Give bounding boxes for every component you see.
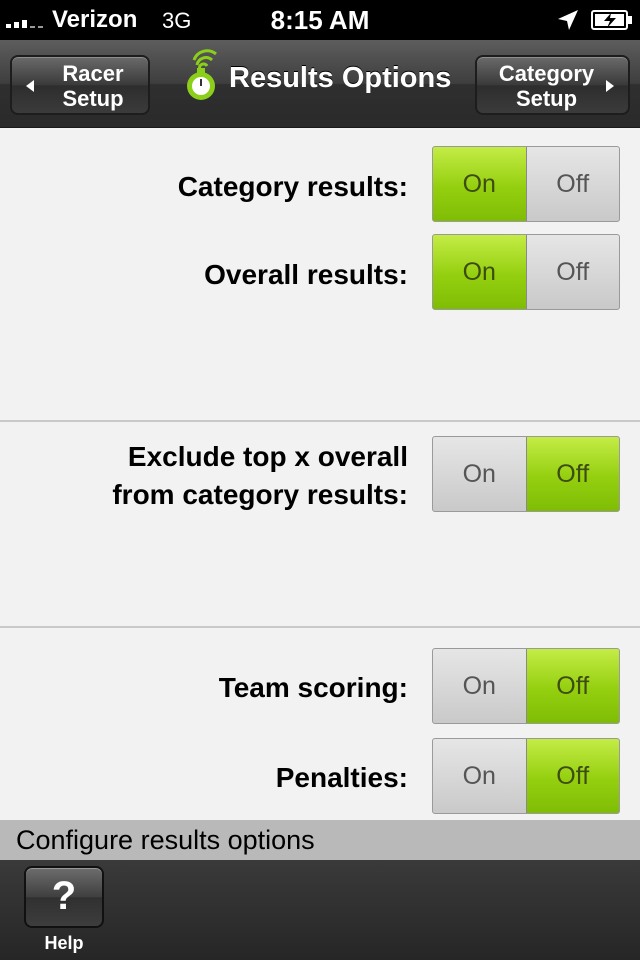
setting-label-exclude-top-x: Exclude top x overall from category resu… [112,441,408,510]
setting-label-team-scoring: Team scoring: [218,672,408,703]
help-label: Help [44,933,84,953]
hint-bar: Configure results options [0,820,640,860]
question-mark-icon: ? [51,874,77,918]
toggle-off-segment[interactable]: Off [526,437,619,511]
page-title: Results Options [229,62,452,94]
toggle-on-segment[interactable]: On [433,235,527,309]
racer-setup-button[interactable]: Racer Setup [10,55,150,115]
status-bar: Verizon 3G 8:15 AM [0,0,640,40]
battery-charging-icon [591,10,632,30]
location-arrow-icon [558,10,578,30]
toggle-on-segment[interactable]: On [433,739,527,813]
help-button[interactable]: ? [24,866,104,928]
toggle-team-scoring[interactable]: On Off [432,648,620,724]
clock: 8:15 AM [270,5,370,35]
settings-panel: Category results: On Off Overall results… [0,128,640,820]
toggle-on-segment[interactable]: On [433,437,527,511]
hint-text: Configure results options [16,825,315,855]
toggle-off-segment[interactable]: Off [526,649,619,723]
navigation-bar: Racer Setup Results Options Category Set… [0,40,640,128]
toggle-on-segment[interactable]: On [433,147,527,221]
setting-label-category-results: Category results: [177,171,408,202]
racer-setup-label: Racer Setup [62,61,124,111]
category-setup-button[interactable]: Category Setup [475,55,630,115]
category-setup-label: Category Setup [498,61,595,111]
chevron-left-icon [26,80,34,92]
stopwatch-signal-icon [187,49,217,100]
toggle-penalties[interactable]: On Off [432,738,620,814]
bottom-toolbar: ? Help [0,860,640,960]
setting-label-overall-results: Overall results: [204,259,408,290]
toggle-overall-results[interactable]: On Off [432,234,620,310]
chevron-right-icon [606,80,614,92]
toggle-off-segment[interactable]: Off [526,235,619,309]
toggle-on-segment[interactable]: On [433,649,527,723]
setting-label-penalties: Penalties: [275,762,408,793]
toggle-off-segment[interactable]: Off [526,739,619,813]
toggle-off-segment[interactable]: Off [526,147,619,221]
section-divider [0,420,640,422]
toggle-exclude-top-x[interactable]: On Off [432,436,620,512]
section-divider [0,626,640,628]
toggle-category-results[interactable]: On Off [432,146,620,222]
